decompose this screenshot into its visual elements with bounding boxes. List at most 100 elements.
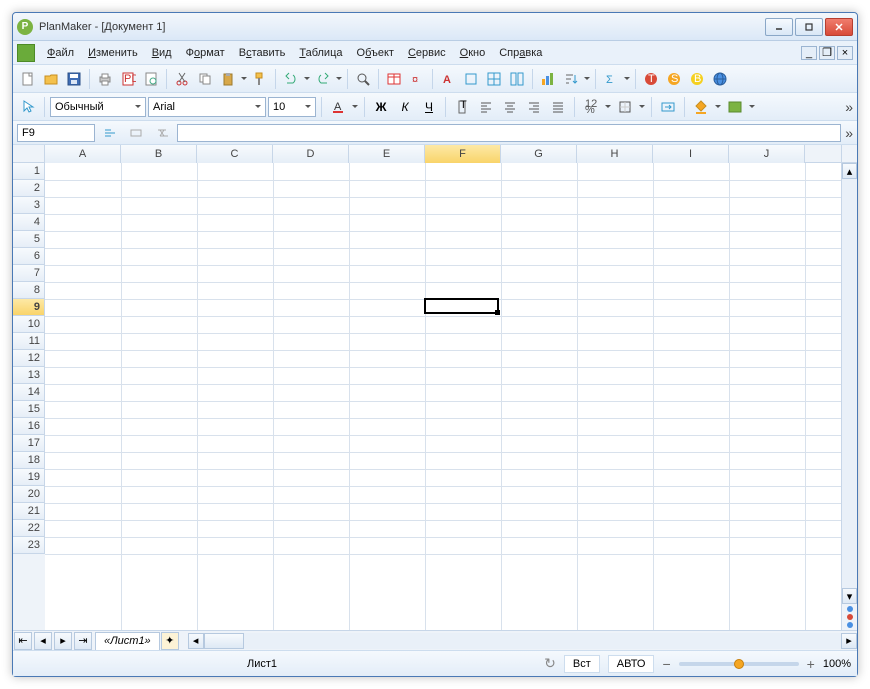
row-header[interactable]: 21 (13, 503, 45, 520)
undo-button[interactable] (280, 68, 302, 90)
borders-dropdown[interactable] (638, 103, 646, 111)
zoom-out-button[interactable]: − (662, 656, 670, 672)
redo-button[interactable] (312, 68, 334, 90)
row-header[interactable]: 10 (13, 316, 45, 333)
fill-color-dropdown[interactable] (714, 103, 722, 111)
row-header[interactable]: 1 (13, 163, 45, 180)
column-header[interactable]: H (577, 145, 653, 163)
row-header[interactable]: 8 (13, 282, 45, 299)
tab-last-button[interactable]: ⇥ (74, 632, 92, 650)
internet-button[interactable] (709, 68, 731, 90)
row-header[interactable]: 7 (13, 265, 45, 282)
new-button[interactable] (17, 68, 39, 90)
print-preview-button[interactable] (140, 68, 162, 90)
style-combo[interactable]: Обычный (50, 97, 146, 117)
scroll-left-button[interactable]: ◂ (188, 633, 204, 649)
row-header[interactable]: 2 (13, 180, 45, 197)
undo-dropdown[interactable] (303, 75, 311, 83)
align-center-button[interactable] (499, 96, 521, 118)
new-sheet-button[interactable]: ✦ (161, 632, 179, 650)
cell-style-dropdown[interactable] (748, 103, 756, 111)
fill-color-button[interactable] (690, 96, 712, 118)
fill-handle[interactable] (495, 310, 500, 315)
refresh-icon[interactable]: ↻ (544, 655, 556, 672)
row-header[interactable]: 12 (13, 350, 45, 367)
row-header[interactable]: 3 (13, 197, 45, 214)
table-button[interactable] (383, 68, 405, 90)
cut-button[interactable] (171, 68, 193, 90)
column-header[interactable]: E (349, 145, 425, 163)
document-icon[interactable] (17, 44, 35, 62)
tab-prev-button[interactable]: ◂ (34, 632, 52, 650)
column-header[interactable]: B (121, 145, 197, 163)
print-button[interactable] (94, 68, 116, 90)
find-button[interactable] (352, 68, 374, 90)
presentations-button[interactable]: S (663, 68, 685, 90)
sort-button[interactable] (560, 68, 582, 90)
scroll-right-button[interactable]: ▸ (841, 633, 857, 649)
titlebar[interactable]: P PlanMaker - [Документ 1] (13, 13, 857, 41)
currency-button[interactable]: ¤ (406, 68, 428, 90)
row-header[interactable]: 23 (13, 537, 45, 554)
select-all-corner[interactable] (13, 145, 45, 163)
row-header[interactable]: 15 (13, 401, 45, 418)
font-combo[interactable]: Arial (148, 97, 266, 117)
row-header[interactable]: 4 (13, 214, 45, 231)
row-header[interactable]: 5 (13, 231, 45, 248)
row-header[interactable]: 6 (13, 248, 45, 265)
function-button[interactable] (151, 122, 173, 144)
number-format-dropdown[interactable] (604, 103, 612, 111)
row-header[interactable]: 17 (13, 435, 45, 452)
hscroll-track[interactable] (204, 633, 841, 649)
column-header[interactable]: C (197, 145, 273, 163)
scroll-up-button[interactable]: ▴ (842, 163, 857, 179)
column-header[interactable]: A (45, 145, 121, 163)
menu-tools[interactable]: Сервис (402, 44, 452, 62)
redo-dropdown[interactable] (335, 75, 343, 83)
sum-button[interactable]: Σ (600, 68, 622, 90)
insert-mode[interactable]: Вст (564, 655, 600, 673)
paste-dropdown[interactable] (240, 75, 248, 83)
row-header[interactable]: 20 (13, 486, 45, 503)
row-header[interactable]: 16 (13, 418, 45, 435)
zoom-in-button[interactable]: + (807, 656, 815, 672)
zoom-slider[interactable] (679, 662, 799, 666)
format-painter-button[interactable] (249, 68, 271, 90)
vertical-text-button[interactable]: T (451, 96, 473, 118)
vscroll-track[interactable] (842, 179, 857, 588)
formula-input[interactable] (177, 124, 841, 142)
cell-style-button[interactable] (724, 96, 746, 118)
sheet-tab[interactable]: «Лист1» (95, 632, 160, 650)
mdi-close-button[interactable]: × (837, 46, 853, 60)
chart-button[interactable] (537, 68, 559, 90)
row-header[interactable]: 18 (13, 452, 45, 469)
name-box[interactable]: F9 (17, 124, 95, 142)
minimize-button[interactable] (765, 18, 793, 36)
font-color-dropdown[interactable] (351, 103, 359, 111)
bold-button[interactable]: Ж (370, 96, 392, 118)
row-header[interactable]: 11 (13, 333, 45, 350)
italic-button[interactable]: К (394, 96, 416, 118)
menu-view[interactable]: Вид (146, 44, 178, 62)
tab-first-button[interactable]: ⇤ (14, 632, 32, 650)
copy-button[interactable] (194, 68, 216, 90)
row-header[interactable]: 22 (13, 520, 45, 537)
menu-table[interactable]: Таблица (293, 44, 348, 62)
textmaker-button[interactable]: T (640, 68, 662, 90)
open-button[interactable] (40, 68, 62, 90)
align-right-button[interactable] (523, 96, 545, 118)
column-header[interactable]: J (729, 145, 805, 163)
menu-object[interactable]: Объект (351, 44, 400, 62)
menu-file[interactable]: Файл (41, 44, 80, 62)
row-header[interactable]: 9 (13, 299, 45, 316)
save-button[interactable] (63, 68, 85, 90)
horizontal-scrollbar[interactable]: ◂ ▸ (188, 633, 857, 649)
nav-dot-icon[interactable] (847, 606, 853, 612)
basicmaker-button[interactable]: B (686, 68, 708, 90)
menu-edit[interactable]: Изменить (82, 44, 144, 62)
merge-button[interactable] (657, 96, 679, 118)
column-button[interactable] (506, 68, 528, 90)
accept-edit-button[interactable] (125, 122, 147, 144)
hscroll-thumb[interactable] (204, 633, 244, 649)
borders-all-button[interactable] (483, 68, 505, 90)
